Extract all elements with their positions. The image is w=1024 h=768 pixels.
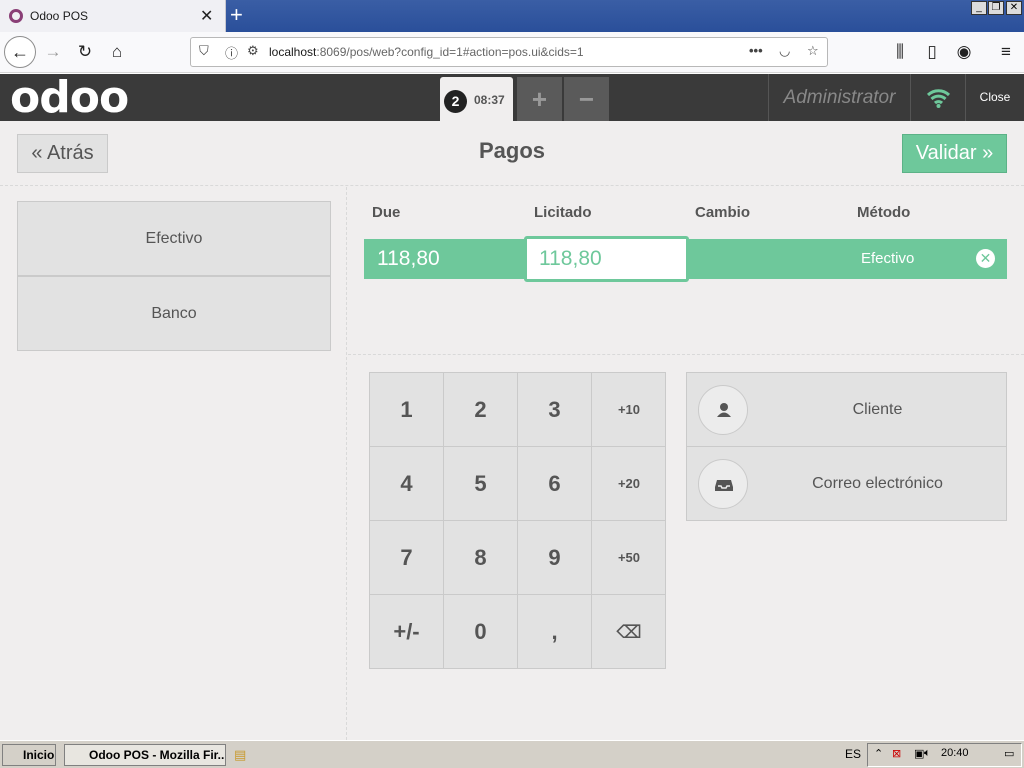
numpad-key-plus20[interactable]: +20 <box>592 447 666 521</box>
email-label: Correo electrónico <box>812 475 943 492</box>
home-icon[interactable]: ⌂ <box>105 40 129 64</box>
network-error-icon[interactable]: ⊠ <box>892 747 901 760</box>
section-divider <box>348 354 1024 355</box>
order-time: 08:37 <box>474 93 505 107</box>
backspace-icon[interactable]: ⌫ <box>592 595 666 669</box>
delete-payment-icon[interactable]: ✕ <box>976 249 995 268</box>
page-actions-icon[interactable]: ••• <box>749 43 763 58</box>
numpad-key-4[interactable]: 4 <box>370 447 444 521</box>
close-pos-button[interactable]: Close <box>965 74 1024 121</box>
minimize-icon[interactable]: _ <box>971 1 987 15</box>
column-change: Cambio <box>695 204 751 221</box>
sidebar-icon[interactable]: ▯ <box>920 40 944 64</box>
network-icon[interactable]: ▣ <box>914 747 924 760</box>
taskbar-firefox-item[interactable]: Odoo POS - Mozilla Fir... <box>64 744 226 766</box>
numpad-key-6[interactable]: 6 <box>518 447 592 521</box>
reload-icon[interactable]: ↻ <box>73 40 97 64</box>
menu-icon[interactable]: ≡ <box>994 40 1018 64</box>
payment-methods-panel: Efectivo Banco <box>0 187 347 740</box>
payment-due: 118,80 <box>377 247 440 270</box>
show-desktop-icon[interactable]: ▭ <box>1004 747 1014 760</box>
payment-topbar: « Atrás Pagos Validar » <box>0 121 1024 186</box>
numpad-key-plus10[interactable]: +10 <box>592 373 666 447</box>
page-title: Pagos <box>478 138 546 163</box>
numpad-key-8[interactable]: 8 <box>444 521 518 595</box>
numpad-key-sign[interactable]: +/- <box>370 595 444 669</box>
add-order-button[interactable]: + <box>517 77 562 121</box>
shield-icon[interactable]: ⛉ <box>199 43 209 59</box>
info-icon[interactable]: ⓘ <box>225 43 238 62</box>
payment-method-name: Efectivo <box>861 250 915 267</box>
back-icon[interactable]: ← <box>4 36 36 68</box>
numpad-key-comma[interactable]: , <box>518 595 592 669</box>
browser-tab[interactable]: Odoo POS ✕ <box>0 0 226 32</box>
numpad-key-9[interactable]: 9 <box>518 521 592 595</box>
numpad-key-1[interactable]: 1 <box>370 373 444 447</box>
volume-icon[interactable]: 🔈︎ <box>924 747 931 760</box>
column-due: Due <box>372 204 401 221</box>
column-method: Método <box>857 204 911 221</box>
pocket-icon[interactable]: ◡ <box>779 43 790 59</box>
user-icon <box>698 385 748 435</box>
order-number-badge: 2 <box>444 90 467 113</box>
bookmark-star-icon[interactable]: ☆ <box>807 43 819 59</box>
customer-button[interactable]: Cliente <box>687 373 1006 447</box>
forward-icon[interactable]: → <box>41 40 65 64</box>
browser-titlebar: Odoo POS ✕ + _ ❐ ✕ <box>0 0 1024 32</box>
library-icon[interactable]: ⫼ <box>888 40 912 64</box>
window-close-icon[interactable]: ✕ <box>1006 1 1022 15</box>
numpad-key-5[interactable]: 5 <box>444 447 518 521</box>
tab-title: Odoo POS <box>30 9 89 23</box>
numpad-key-7[interactable]: 7 <box>370 521 444 595</box>
inbox-icon <box>698 459 748 509</box>
remove-order-button[interactable]: − <box>564 77 609 121</box>
account-icon[interactable]: ◉ <box>952 40 976 64</box>
new-tab-icon[interactable]: + <box>230 2 243 28</box>
payment-method-bank[interactable]: Banco <box>17 276 331 351</box>
payment-screen: « Atrás Pagos Validar » Efectivo Banco D… <box>0 121 1024 740</box>
clock: 20:40 <box>941 747 969 759</box>
tab-close-icon[interactable]: ✕ <box>200 6 213 26</box>
odoo-logo: odoo <box>10 72 129 123</box>
email-button[interactable]: Correo electrónico <box>687 447 1006 521</box>
odoo-favicon-icon <box>9 9 23 23</box>
payment-line[interactable]: 118,80 118,80 Efectivo ✕ <box>364 236 1007 282</box>
system-tray: ⌃ ⊠ ▣ 🔈︎ 20:40 ▭ <box>867 743 1022 767</box>
folder-icon[interactable]: ▤ <box>234 747 246 763</box>
language-indicator[interactable]: ES <box>845 747 861 761</box>
validate-button[interactable]: Validar » <box>902 134 1007 173</box>
permissions-icon[interactable]: ⚙ <box>247 43 259 59</box>
wifi-icon <box>910 74 965 121</box>
tray-expand-icon[interactable]: ⌃ <box>874 747 883 760</box>
column-tendered: Licitado <box>534 204 592 221</box>
os-taskbar: Inicio Odoo POS - Mozilla Fir... ▤ ES ⌃ … <box>0 740 1024 768</box>
client-actions: Cliente Correo electrónico <box>686 372 1007 521</box>
numpad-key-plus50[interactable]: +50 <box>592 521 666 595</box>
user-name[interactable]: Administrator <box>768 74 910 121</box>
payment-tendered-input[interactable]: 118,80 <box>524 236 689 282</box>
numpad-key-2[interactable]: 2 <box>444 373 518 447</box>
order-tab[interactable]: 2 08:37 <box>440 77 513 121</box>
numpad: 1 2 3 +10 4 5 6 +20 7 8 9 +50 +/- 0 , ⌫ <box>369 372 666 669</box>
browser-navbar: ← → ↻ ⌂ ⛉ ⓘ ⚙ localhost:8069/pos/web?con… <box>0 32 1024 73</box>
url-bar[interactable]: ⛉ ⓘ ⚙ localhost:8069/pos/web?config_id=1… <box>190 37 828 67</box>
restore-icon[interactable]: ❐ <box>988 1 1004 15</box>
payment-method-cash[interactable]: Efectivo <box>17 201 331 276</box>
customer-label: Cliente <box>852 401 903 418</box>
start-button[interactable]: Inicio <box>2 744 56 766</box>
url-text: localhost:8069/pos/web?config_id=1#actio… <box>269 45 584 59</box>
pos-header: odoo 2 08:37 + − Administrator Close <box>0 74 1024 121</box>
numpad-key-3[interactable]: 3 <box>518 373 592 447</box>
numpad-key-0[interactable]: 0 <box>444 595 518 669</box>
